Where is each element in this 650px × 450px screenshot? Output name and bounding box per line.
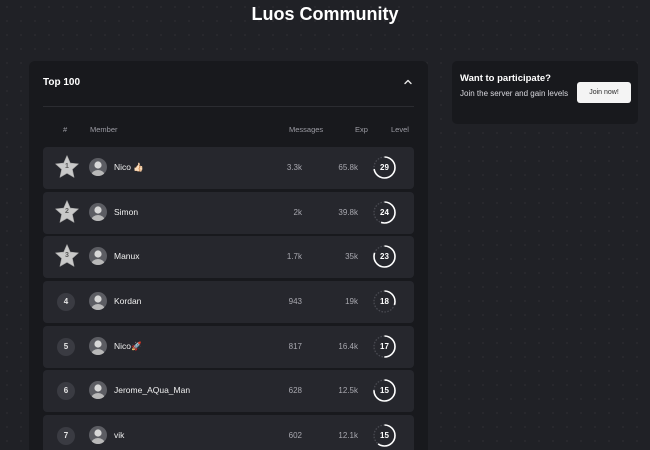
column-header-level: Level (391, 125, 409, 134)
participate-title: Want to participate? (460, 73, 551, 84)
level-number: 24 (380, 207, 389, 217)
header-divider (43, 106, 414, 107)
avatar[interactable] (89, 381, 107, 400)
level-progress-ring: 17 (372, 334, 397, 359)
rank-number: 4 (57, 293, 75, 312)
member-name: Nico🚀 (114, 340, 142, 351)
avatar[interactable] (89, 426, 107, 445)
participate-text: Join the server and gain levels (460, 89, 569, 98)
leaderboard-row[interactable]: 4 Kordan 943 19k 18 (43, 281, 414, 324)
member-name: vik (114, 430, 125, 441)
level-number: 15 (380, 386, 389, 396)
leaderboard-header[interactable]: Top 100 (29, 61, 428, 106)
avatar[interactable] (89, 247, 107, 266)
member-name: Simon (114, 206, 139, 217)
member-name: Kordan (114, 296, 142, 307)
column-header-exp: Exp (355, 125, 368, 134)
messages-count: 817 (288, 341, 302, 351)
level-number: 17 (380, 341, 389, 351)
messages-count: 943 (288, 297, 302, 307)
leaderboard-row[interactable]: 1 Nico 👍🏻 3.3k 65.8k 29 (43, 147, 414, 189)
avatar[interactable] (89, 336, 107, 355)
exp-value: 12.1k (338, 431, 358, 441)
leaderboard-row[interactable]: 2 Simon 2k 39.8k 24 (43, 191, 414, 234)
member-name: Manux (114, 251, 140, 262)
page-title: Luos Community (251, 4, 399, 24)
rank-number: 6 (57, 382, 75, 401)
messages-count: 1.7k (286, 252, 302, 262)
level-progress-ring: 23 (372, 244, 397, 269)
messages-count: 602 (288, 431, 302, 441)
level-progress-ring: 15 (372, 378, 397, 403)
level-progress-ring: 15 (372, 423, 397, 448)
member-name: Nico 👍🏻 (114, 162, 144, 172)
rank-star-icon: 2 (55, 199, 79, 224)
rank-number: 5 (57, 337, 75, 356)
participate-card: Want to participate? Join the server and… (452, 61, 638, 124)
leaderboard-card: Top 100 # Member Messages Exp Level 1 Nic… (29, 61, 428, 450)
level-number: 23 (380, 252, 389, 262)
leaderboard-rows: 1 Nico 👍🏻 3.3k 65.8k 29 2 Simon 2k 39.8k 24 3 Manux… (43, 147, 414, 450)
rank-star-icon: 3 (55, 244, 79, 268)
leaderboard-row[interactable]: 7 vik 602 12.1k 15 (43, 415, 414, 450)
chevron-up-icon[interactable] (402, 76, 414, 88)
join-now-button[interactable]: Join now! (577, 82, 631, 103)
level-progress-ring: 18 (372, 289, 397, 314)
leaderboard-row[interactable]: 5 Nico🚀 817 16.4k 17 (43, 325, 414, 368)
leaderboard-title: Top 100 (43, 77, 81, 88)
exp-value: 12.5k (338, 386, 358, 396)
level-progress-ring: 24 (372, 200, 397, 225)
exp-value: 35k (345, 252, 358, 262)
avatar[interactable] (89, 292, 107, 311)
exp-value: 19k (345, 297, 358, 307)
exp-value: 65.8k (338, 163, 358, 172)
avatar[interactable] (89, 158, 107, 176)
leaderboard-row[interactable]: 3 Manux 1.7k 35k 23 (43, 236, 414, 279)
exp-value: 16.4k (338, 341, 358, 351)
column-header-rank: # (63, 125, 68, 134)
rank-number: 7 (57, 427, 75, 446)
messages-count: 2k (293, 207, 302, 217)
rank-star-icon: 1 (55, 155, 79, 179)
rank-number: 1 (65, 163, 69, 170)
level-number: 18 (380, 297, 389, 307)
column-header-member: Member (90, 125, 118, 134)
rank-number: 3 (65, 252, 69, 260)
messages-count: 628 (288, 386, 302, 396)
level-number: 15 (380, 431, 389, 441)
column-header-messages: Messages (289, 125, 324, 134)
rank-number: 2 (65, 207, 69, 215)
leaderboard-row[interactable]: 6 Jerome_AQua_Man 628 12.5k 15 (43, 370, 414, 413)
exp-value: 39.8k (338, 207, 358, 217)
avatar[interactable] (89, 202, 107, 221)
level-number: 29 (380, 163, 389, 172)
member-name: Jerome_AQua_Man (114, 385, 191, 396)
level-progress-ring: 29 (372, 155, 397, 180)
messages-count: 3.3k (286, 163, 302, 172)
column-headers: # Member Messages Exp Level (43, 125, 414, 137)
